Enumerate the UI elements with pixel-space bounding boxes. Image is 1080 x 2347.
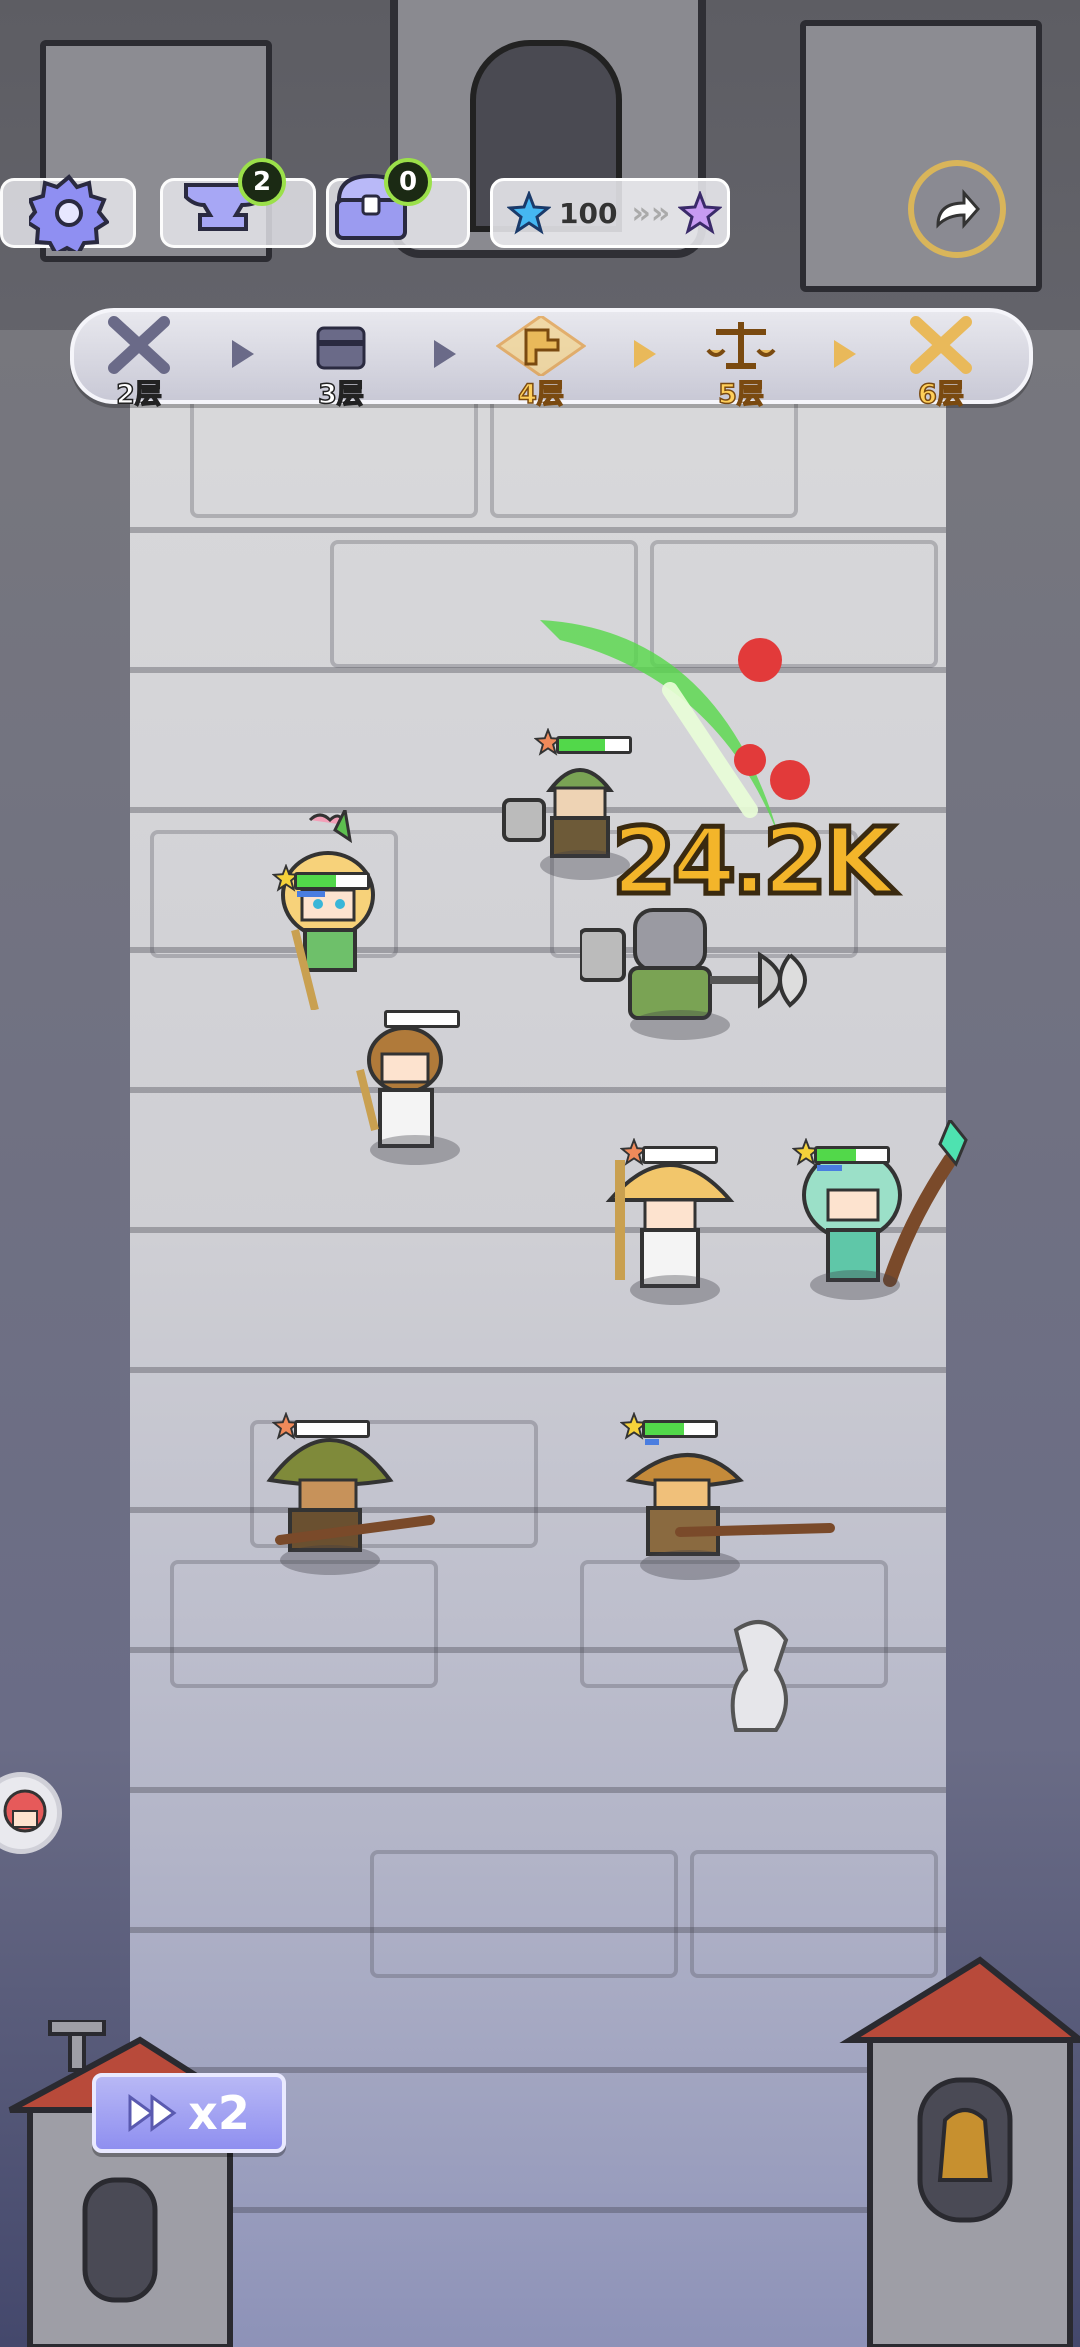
floor-progress-bar: 2层 3层 4层 5层 6层 [70, 308, 1033, 411]
share-button[interactable] [908, 160, 1006, 258]
fast-forward-icon [128, 2094, 177, 2132]
battle-scene: 2 0 100 »» 2层 3层 4层 5层 6层 24.2K x2 [0, 0, 1080, 2347]
crossed-swords-icon [910, 316, 972, 374]
unit-mushroom-gunner[interactable] [260, 1430, 440, 1580]
star-count: 100 [559, 196, 618, 230]
bottom-left-chapel [0, 1998, 261, 2347]
blue-star-icon [507, 191, 551, 235]
speed-label: x2 [188, 2086, 250, 2140]
bottom-right-chapel [830, 1950, 1080, 2347]
anvil-count-badge: 2 [238, 158, 286, 206]
hp-bar [294, 1420, 370, 1438]
gear-icon [29, 174, 109, 251]
floor-2[interactable]: 2层 [94, 316, 184, 411]
arrow-icon [232, 340, 254, 368]
hp-bar [642, 1420, 718, 1445]
speed-toggle-button[interactable]: x2 [92, 2073, 286, 2153]
hp-bar [384, 1010, 460, 1028]
statue-placeholder[interactable] [716, 1610, 816, 1740]
damage-number: 24.2K [609, 806, 896, 918]
hp-bar [294, 872, 370, 897]
floor-4[interactable]: 4层 [495, 314, 587, 411]
right-house [800, 20, 1042, 292]
floor-6[interactable]: 6层 [896, 316, 986, 411]
double-chevron-icon: »» [631, 195, 671, 231]
anvil-icon [495, 314, 587, 378]
arrow-icon [634, 340, 656, 368]
share-icon [936, 189, 980, 229]
unit-straw-hat-monk[interactable] [600, 1150, 740, 1310]
unit-axe-knight-enemy[interactable] [578, 900, 820, 1050]
hp-bar [642, 1146, 718, 1164]
arrow-icon [834, 340, 856, 368]
unit-priest[interactable] [330, 1010, 470, 1170]
floor-3[interactable]: 3层 [296, 316, 386, 411]
settings-button[interactable] [24, 166, 114, 256]
star-currency[interactable]: 100 »» [490, 178, 730, 248]
rainbow-star-icon [678, 191, 723, 235]
scales-icon [706, 322, 776, 369]
avatar-icon [3, 1789, 47, 1833]
floor-5[interactable]: 5层 [696, 316, 786, 411]
hp-bar [814, 1146, 890, 1171]
unit-flower-mage[interactable] [260, 805, 400, 1011]
chest-icon [316, 326, 366, 370]
arrow-icon [434, 340, 456, 368]
hp-bar [556, 736, 632, 754]
unit-cowboy-gunner[interactable] [620, 1440, 840, 1590]
chest-count-badge: 0 [384, 158, 432, 206]
crossed-swords-icon [108, 316, 170, 374]
